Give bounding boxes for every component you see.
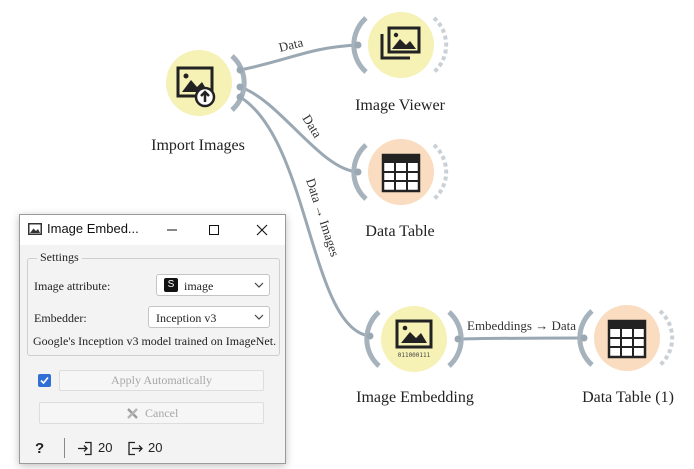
minimize-button[interactable] [151, 215, 193, 245]
settings-legend: Settings [37, 250, 82, 265]
cancel-icon [127, 408, 138, 419]
svg-text:?: ? [35, 440, 44, 456]
widget-label-image-viewer[interactable]: Image Viewer [355, 97, 445, 115]
close-button[interactable] [241, 215, 283, 245]
output-count: 20 [148, 440, 163, 455]
chevron-down-icon [254, 282, 264, 288]
input-icon [78, 441, 92, 456]
widget-data-table-1[interactable] [577, 305, 675, 371]
link-import-to-table[interactable] [239, 85, 359, 174]
widget-label-import-images[interactable]: Import Images [151, 137, 245, 155]
table-icon [381, 153, 421, 193]
title-bar[interactable]: Image Embed... [20, 215, 285, 245]
close-icon [256, 224, 268, 236]
maximize-icon [209, 225, 219, 235]
image-attribute-value: image [184, 279, 214, 293]
widget-import-images[interactable] [166, 50, 247, 116]
widget-label-data-table[interactable]: Data Table [365, 223, 434, 241]
embedder-value: Inception v3 [156, 311, 217, 325]
input-count: 20 [98, 440, 113, 455]
maximize-button[interactable] [193, 215, 235, 245]
image-attribute-label: Image attribute: [34, 279, 111, 293]
widget-label-image-embedding[interactable]: Image Embedding [356, 389, 474, 407]
cancel-label: Cancel [145, 406, 179, 420]
image-attribute-select[interactable]: S image [156, 274, 270, 296]
status-divider [64, 438, 65, 458]
minimize-icon [167, 229, 177, 231]
apply-automatically-checkbox[interactable] [38, 374, 51, 387]
cancel-button[interactable]: Cancel [39, 402, 264, 424]
image-embedding-dialog: Image Embed... Settings Image attribute:… [19, 214, 286, 464]
widget-label-data-table-1[interactable]: Data Table (1) [582, 389, 674, 407]
link-embedding-to-table1[interactable] [459, 336, 585, 341]
string-type-badge: S [164, 278, 178, 292]
image-window-icon [28, 223, 42, 235]
window-title: Image Embed... [47, 221, 139, 236]
embedder-select[interactable]: Inception v3 [148, 306, 270, 328]
embedder-description: Google's Inception v3 model trained on I… [33, 334, 277, 348]
chevron-down-icon [254, 314, 264, 320]
status-bar: ? 20 20 [20, 434, 285, 463]
table-icon [607, 319, 647, 359]
link-label-embedding-to-table1: Embeddings → Data [467, 318, 576, 333]
link-label-to-embedding: Data → Images [303, 176, 342, 258]
checkmark-icon [40, 376, 49, 385]
embedder-label: Embedder: [34, 311, 87, 325]
widget-data-table[interactable] [351, 139, 449, 205]
widget-image-viewer[interactable] [351, 12, 449, 78]
output-icon [128, 441, 143, 456]
help-icon[interactable]: ? [34, 440, 46, 456]
output-channel[interactable] [230, 54, 247, 112]
binary-caption: 011000111 [398, 352, 431, 359]
widget-image-embedding[interactable]: 011000111 [364, 306, 464, 372]
apply-automatically-button[interactable]: Apply Automatically [59, 370, 264, 391]
link-label-to-viewer: Data [277, 34, 305, 55]
